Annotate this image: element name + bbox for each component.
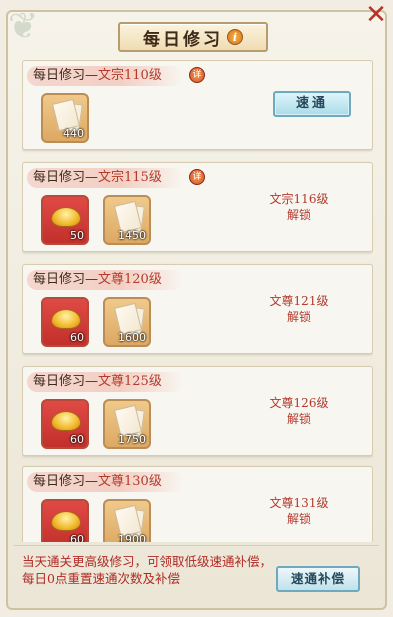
quick-pass-button[interactable]: 速通	[273, 91, 351, 117]
card-title-rank: 文尊125级	[98, 374, 162, 389]
unlock-level: 文尊121级	[269, 294, 329, 308]
footer-divider	[14, 545, 379, 546]
reward-item-gold[interactable]: 60	[41, 399, 89, 449]
unlock-label: 解锁	[286, 310, 311, 324]
training-card: 每日修习—文尊125级 60 1750 文尊126级 解锁	[22, 366, 373, 456]
gold-ingot-icon	[51, 309, 81, 329]
item-quantity: 50	[70, 229, 84, 242]
card-title-rank: 文宗110级	[98, 68, 162, 83]
item-quantity: 1450	[118, 229, 146, 242]
footer-note: 当天通关更高级修习，可领取低级速通补偿，每日0点重置速通次数及补偿	[22, 554, 273, 586]
item-quantity: 60	[70, 433, 84, 446]
card-title-prefix: 每日修习—	[33, 272, 99, 287]
close-button[interactable]: ✕	[363, 2, 389, 28]
unlock-label: 解锁	[286, 208, 311, 222]
card-title: 每日修习—文尊125级	[27, 372, 184, 392]
reward-item-paper[interactable]: 1450	[103, 195, 151, 245]
reward-item-paper[interactable]: 1750	[103, 399, 151, 449]
card-title: 每日修习—文宗115级	[27, 168, 184, 188]
unlock-level: 文宗116级	[269, 192, 329, 206]
reward-item-gold[interactable]: 60	[41, 297, 89, 347]
training-card: 每日修习—文尊120级 60 1600 文尊121级 解锁	[22, 264, 373, 354]
reward-item-paper[interactable]: 440	[41, 93, 89, 143]
training-card: 每日修习—文宗115级 详 50 1450 文宗116级 解锁	[22, 162, 373, 252]
quick-pass-compensation-button[interactable]: 速通补偿	[276, 566, 360, 592]
unlock-level: 文尊131级	[269, 496, 329, 510]
reward-item-gold[interactable]: 50	[41, 195, 89, 245]
card-title-prefix: 每日修习—	[33, 170, 99, 185]
unlock-label: 解锁	[286, 412, 311, 426]
info-icon[interactable]: i	[227, 29, 243, 45]
gold-ingot-icon	[51, 511, 81, 531]
unlock-label: 解锁	[286, 512, 311, 526]
dialog-title-plate: 每日修习 i	[118, 22, 268, 52]
item-quantity: 440	[63, 127, 84, 140]
card-title: 每日修习—文尊120级	[27, 270, 184, 290]
training-card: 每日修习—文宗110级 详 440 速通	[22, 60, 373, 150]
unlock-requirement: 文尊131级 解锁	[244, 495, 354, 527]
dialog-title: 每日修习	[143, 29, 223, 50]
training-list[interactable]: 每日修习—文宗110级 详 440 速通 每日修习—文宗115级 详 50 14…	[22, 60, 373, 542]
item-quantity: 1750	[118, 433, 146, 446]
item-quantity: 1600	[118, 331, 146, 344]
reward-item-paper[interactable]: 1900	[103, 499, 151, 542]
training-card: 每日修习—文尊130级 60 1900 文尊131级 解锁	[22, 466, 373, 542]
item-quantity: 1900	[118, 533, 146, 542]
gold-ingot-icon	[51, 411, 81, 431]
card-title: 每日修习—文宗110级	[27, 66, 184, 86]
item-quantity: 60	[70, 331, 84, 344]
detail-icon[interactable]: 详	[189, 67, 205, 83]
gold-ingot-icon	[51, 207, 81, 227]
unlock-level: 文尊126级	[269, 396, 329, 410]
detail-icon[interactable]: 详	[189, 169, 205, 185]
card-title: 每日修习—文尊130级	[27, 472, 184, 492]
unlock-requirement: 文宗116级 解锁	[244, 191, 354, 223]
item-quantity: 60	[70, 533, 84, 542]
card-title-prefix: 每日修习—	[33, 374, 99, 389]
card-title-rank: 文尊130级	[98, 474, 162, 489]
card-title-rank: 文宗115级	[98, 170, 162, 185]
reward-item-paper[interactable]: 1600	[103, 297, 151, 347]
unlock-requirement: 文尊126级 解锁	[244, 395, 354, 427]
reward-item-gold[interactable]: 60	[41, 499, 89, 542]
card-title-rank: 文尊120级	[98, 272, 162, 287]
bamboo-decoration: ❦	[8, 6, 39, 47]
card-title-prefix: 每日修习—	[33, 474, 99, 489]
unlock-requirement: 文尊121级 解锁	[244, 293, 354, 325]
card-title-prefix: 每日修习—	[33, 68, 99, 83]
